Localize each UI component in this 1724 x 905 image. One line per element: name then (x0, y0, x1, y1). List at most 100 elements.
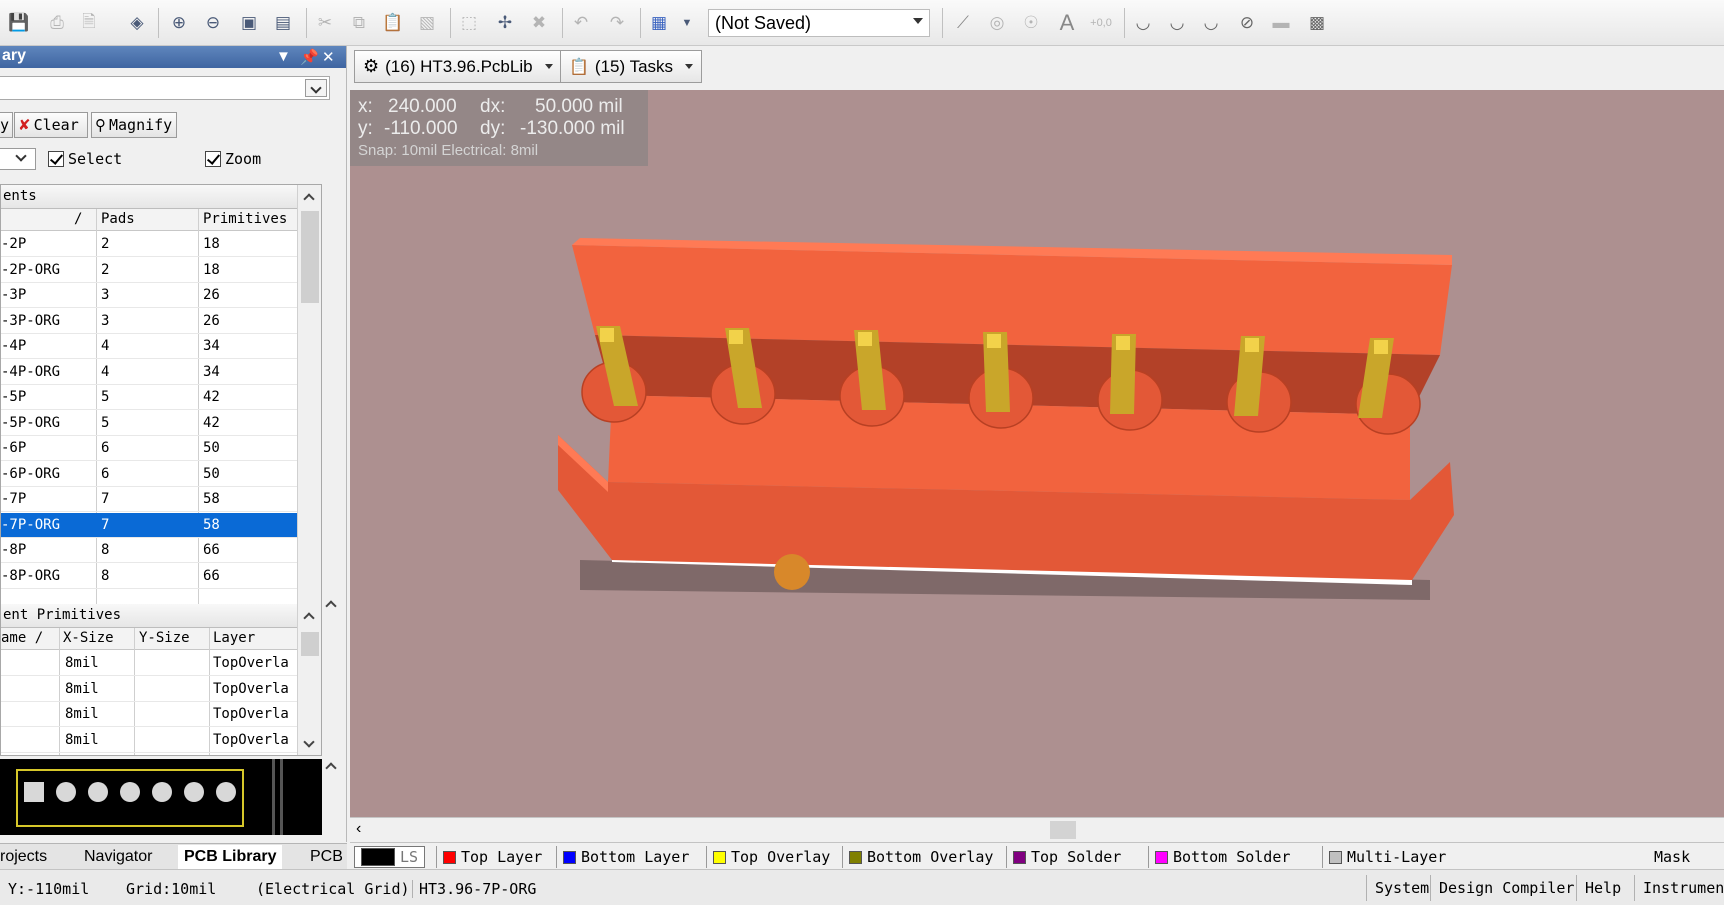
redo-icon[interactable]: ↷ (604, 10, 630, 36)
cut-icon[interactable]: ✂ (312, 10, 338, 36)
tab-pcblib-document[interactable]: ⚙ (16) HT3.96.PcbLib (354, 50, 562, 83)
table-row[interactable]: -5P-ORG 5 42 (1, 411, 297, 436)
chevron-down-icon[interactable] (685, 64, 694, 69)
column-ysize[interactable]: Y-Size (139, 630, 190, 646)
fill-icon[interactable]: ▬ (1268, 10, 1294, 36)
column-name-sort[interactable]: / (74, 211, 82, 227)
variant-combo[interactable]: (Not Saved) (708, 9, 930, 37)
column-layer[interactable]: Layer (213, 630, 255, 646)
column-xsize[interactable]: X-Size (63, 630, 114, 646)
table-row[interactable]: 8mil TopOverla (1, 677, 297, 702)
print-preview-icon[interactable]: 🗎 (76, 10, 102, 36)
viewport-hscrollbar[interactable]: ‹ (350, 817, 1724, 841)
cross-select-icon[interactable]: ✖ (526, 10, 552, 36)
table-row[interactable]: 8mil TopOverla (1, 702, 297, 727)
layer-tab[interactable]: LS (354, 846, 426, 868)
table-row[interactable]: -8P-ORG 8 66 (1, 564, 297, 589)
layer-tab[interactable]: Bottom Solder (1148, 846, 1296, 868)
array-paste-icon[interactable]: ▩ (1304, 10, 1330, 36)
move-icon[interactable]: ✢ (492, 10, 518, 36)
grid-icon[interactable]: ▦ (646, 10, 672, 36)
column-pads[interactable]: Pads (101, 211, 135, 227)
layer-tab[interactable]: Bottom Overlay (842, 846, 999, 868)
table-row[interactable]: -7P 7 58 (1, 487, 297, 512)
table-row[interactable]: -5P 5 42 (1, 385, 297, 410)
table-row[interactable]: 8mil TopOverla (1, 728, 297, 753)
table-row[interactable]: -3P-ORG 3 26 (1, 309, 297, 334)
close-icon[interactable]: ✕ (322, 48, 335, 66)
scrollbar-thumb[interactable] (1050, 821, 1076, 839)
rubber-stamp-icon[interactable]: ▧ (414, 10, 440, 36)
arc-any-icon[interactable]: ◡ (1198, 10, 1224, 36)
table-row[interactable]: -6P 6 50 (1, 436, 297, 461)
layer-tab[interactable]: Multi-Layer (1322, 846, 1452, 868)
3d-viewport[interactable]: x: 240.000 dx: 50.000 mil y: -110.000 dy… (350, 90, 1724, 817)
mask-filter-input[interactable] (0, 76, 330, 100)
zoom-area-icon[interactable]: ▤ (270, 10, 296, 36)
filter-combo[interactable] (0, 148, 36, 170)
grid-dropdown-icon[interactable]: ▼ (674, 10, 700, 36)
zoom-checkbox[interactable]: Zoom (205, 150, 261, 168)
table-row[interactable]: 8mil TopOverla (1, 651, 297, 676)
table-row[interactable]: -2P-ORG 2 18 (1, 258, 297, 283)
3d-view-icon[interactable]: ◈ (124, 10, 150, 36)
pad-icon[interactable]: ◎ (984, 10, 1010, 36)
table-row[interactable]: -4P-ORG 4 34 (1, 360, 297, 385)
mask-dropdown-button[interactable] (305, 79, 327, 97)
tab-pcb[interactable]: PCB (310, 848, 343, 866)
clear-button[interactable]: ✘ Clear (14, 112, 88, 138)
layer-tab[interactable]: Top Layer (436, 846, 548, 868)
scroll-up-icon[interactable] (303, 612, 315, 624)
pin-icon[interactable]: 📌 (300, 48, 319, 66)
table-row[interactable]: -7P-ORG 7 58 (1, 512, 297, 538)
save-icon[interactable]: 💾 (6, 10, 32, 36)
column-primitives[interactable]: Primitives (203, 211, 287, 227)
chevron-down-icon[interactable] (544, 64, 553, 69)
circle-icon[interactable]: ⊘ (1234, 10, 1260, 36)
select-area-icon[interactable]: ⬚ (456, 10, 482, 36)
table-row[interactable]: -2P 2 18 (1, 232, 297, 257)
expand-up-icon[interactable] (325, 600, 337, 612)
via-icon[interactable]: ☉ (1018, 10, 1044, 36)
copy-icon[interactable]: ⧉ (346, 10, 372, 36)
scrollbar-thumb[interactable] (301, 211, 319, 303)
tab-tasks[interactable]: 📋 (15) Tasks (560, 50, 703, 83)
zoom-fit-icon[interactable]: ▣ (236, 10, 262, 36)
table-row[interactable]: -8P 8 66 (1, 538, 297, 563)
footprint-preview[interactable] (0, 759, 322, 835)
apply-button[interactable]: y (0, 112, 14, 138)
table-row[interactable]: -6P-ORG 6 50 (1, 462, 297, 487)
tab-projects[interactable]: rojects (0, 848, 47, 866)
instrument-button[interactable]: Instrument (1634, 875, 1724, 901)
arc-edge-icon[interactable]: ◡ (1164, 10, 1190, 36)
primitives-scrollbar[interactable] (297, 604, 321, 755)
table-row[interactable]: -3P 3 26 (1, 283, 297, 308)
layer-tab[interactable]: Bottom Layer (556, 846, 695, 868)
tab-navigator[interactable]: Navigator (84, 848, 152, 866)
scroll-left-icon[interactable]: ‹ (356, 820, 361, 838)
line-icon[interactable]: ⟋ (950, 10, 976, 36)
scrollbar-thumb[interactable] (301, 632, 319, 656)
paste-icon[interactable]: 📋 (380, 10, 406, 36)
arc-center-icon[interactable]: ◡ (1130, 10, 1156, 36)
zoom-in-icon[interactable]: ⊕ (166, 10, 192, 36)
select-checkbox[interactable]: Select (48, 150, 122, 168)
coordinate-icon[interactable]: +0,0 (1088, 10, 1114, 36)
help-button[interactable]: Help (1576, 875, 1629, 901)
panel-menu-icon[interactable]: ▼ (276, 48, 291, 65)
design-compiler-button[interactable]: Design Compiler (1430, 875, 1582, 901)
magnify-button[interactable]: ⚲ Magnify (91, 112, 177, 138)
expand-up-icon[interactable] (325, 762, 337, 774)
zoom-out-icon[interactable]: ⊖ (200, 10, 226, 36)
text-icon[interactable]: A (1054, 10, 1080, 36)
system-button[interactable]: System (1366, 875, 1437, 901)
scroll-down-icon[interactable] (303, 736, 315, 748)
scroll-up-icon[interactable] (303, 193, 315, 205)
column-prim-name[interactable]: ame / (1, 630, 43, 646)
layer-tab[interactable]: Top Solder (1006, 846, 1127, 868)
components-scrollbar[interactable] (297, 185, 321, 637)
table-row[interactable]: -4P 4 34 (1, 334, 297, 359)
tab-pcb-library[interactable]: PCB Library (178, 845, 283, 869)
layer-tab[interactable]: Top Overlay (706, 846, 836, 868)
print-icon[interactable]: ⎙ (44, 10, 70, 36)
